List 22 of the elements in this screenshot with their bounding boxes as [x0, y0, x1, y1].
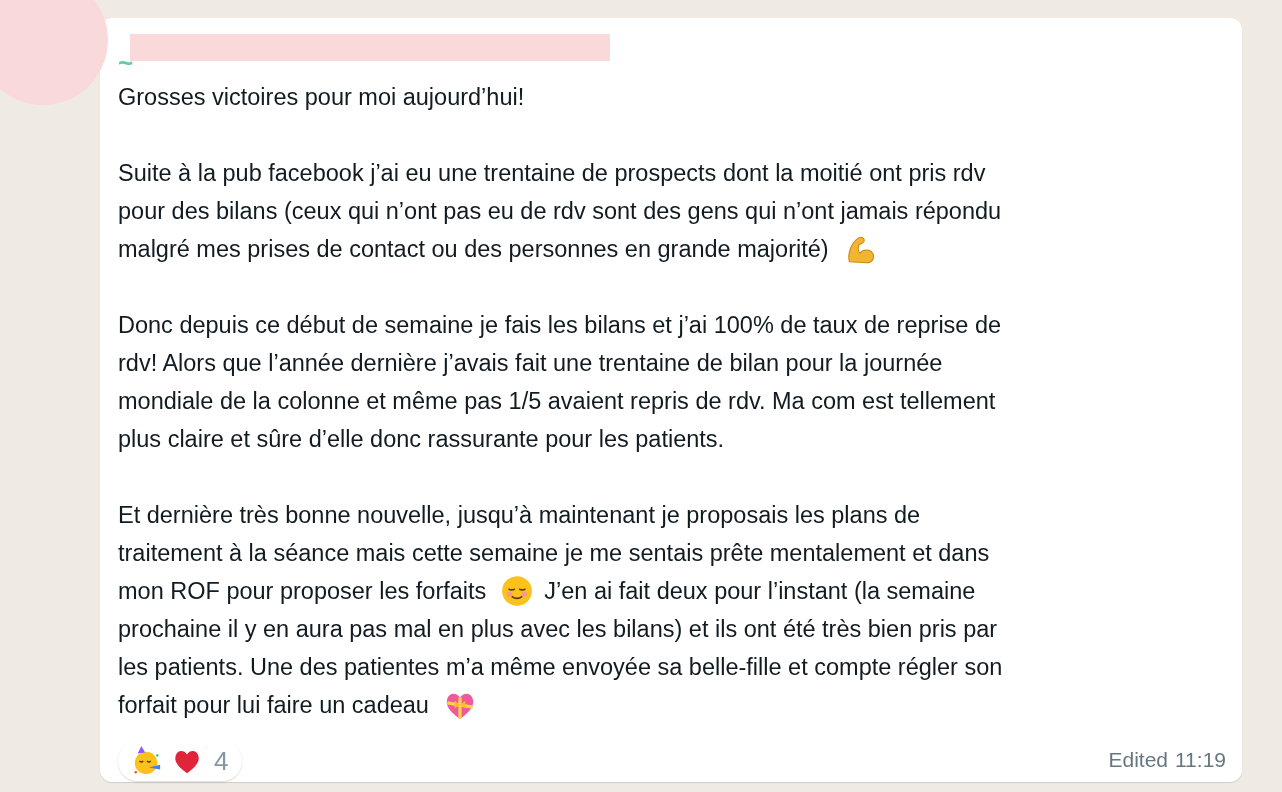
message-text: Grosses victoires pour moi aujourd’hui!	[118, 83, 525, 112]
message-text: prochaine il y en aura pas mal en plus avec les bilans) et ils ont été très bien pris par	[118, 615, 998, 644]
message-text: Et dernière très bonne nouvelle, jusqu’à maintenant je proposais les plans de	[118, 501, 921, 530]
message-text: traitement à la séance mais cette semaine je me sentais prête mentalement et dans	[118, 539, 990, 568]
message-text: rdv! Alors que l’année dernière j’avais fait une trentaine de bilan pour la journée	[118, 349, 943, 378]
smiling-face-icon	[500, 574, 535, 608]
message-text: mon ROF pour proposer les forfaits	[118, 577, 487, 606]
message-text: Suite à la pub facebook j’ai eu une trentaine de prospects dont la moitié ont pris rdv	[118, 159, 986, 188]
sender-name: ~	[118, 48, 134, 78]
message-text: J’en ai fait deux pour l’instant (la semaine	[544, 577, 976, 606]
message-text: les patients. Une des patientes m’a même envoyée sa belle-fille et compte régler son	[118, 653, 1003, 682]
party-face-icon	[132, 746, 162, 776]
message-text: forfait pour lui faire un cadeau	[118, 691, 429, 720]
message-text: Donc depuis ce début de semaine je fais les bilans et j’ai 100% de taux de reprise de	[118, 311, 1002, 340]
reactions-pill[interactable]: 4	[118, 741, 243, 781]
message-text: pour des bilans (ceux qui n’ont pas eu de rdv sont des gens qui n’ont jamais répondu	[118, 197, 1002, 226]
edited-label: Edited	[1108, 748, 1168, 772]
message-time: 11:19	[1175, 748, 1226, 772]
message-text: mondiale de la colonne et même pas 1/5 avaient repris de rdv. Ma com est tellement	[118, 387, 996, 416]
reaction-count: 4	[214, 745, 229, 777]
message-text: malgré mes prises de contact ou des personnes en grande majorité)	[118, 235, 829, 264]
message-text: plus claire et sûre d’elle donc rassurante pour les patients.	[118, 425, 725, 454]
